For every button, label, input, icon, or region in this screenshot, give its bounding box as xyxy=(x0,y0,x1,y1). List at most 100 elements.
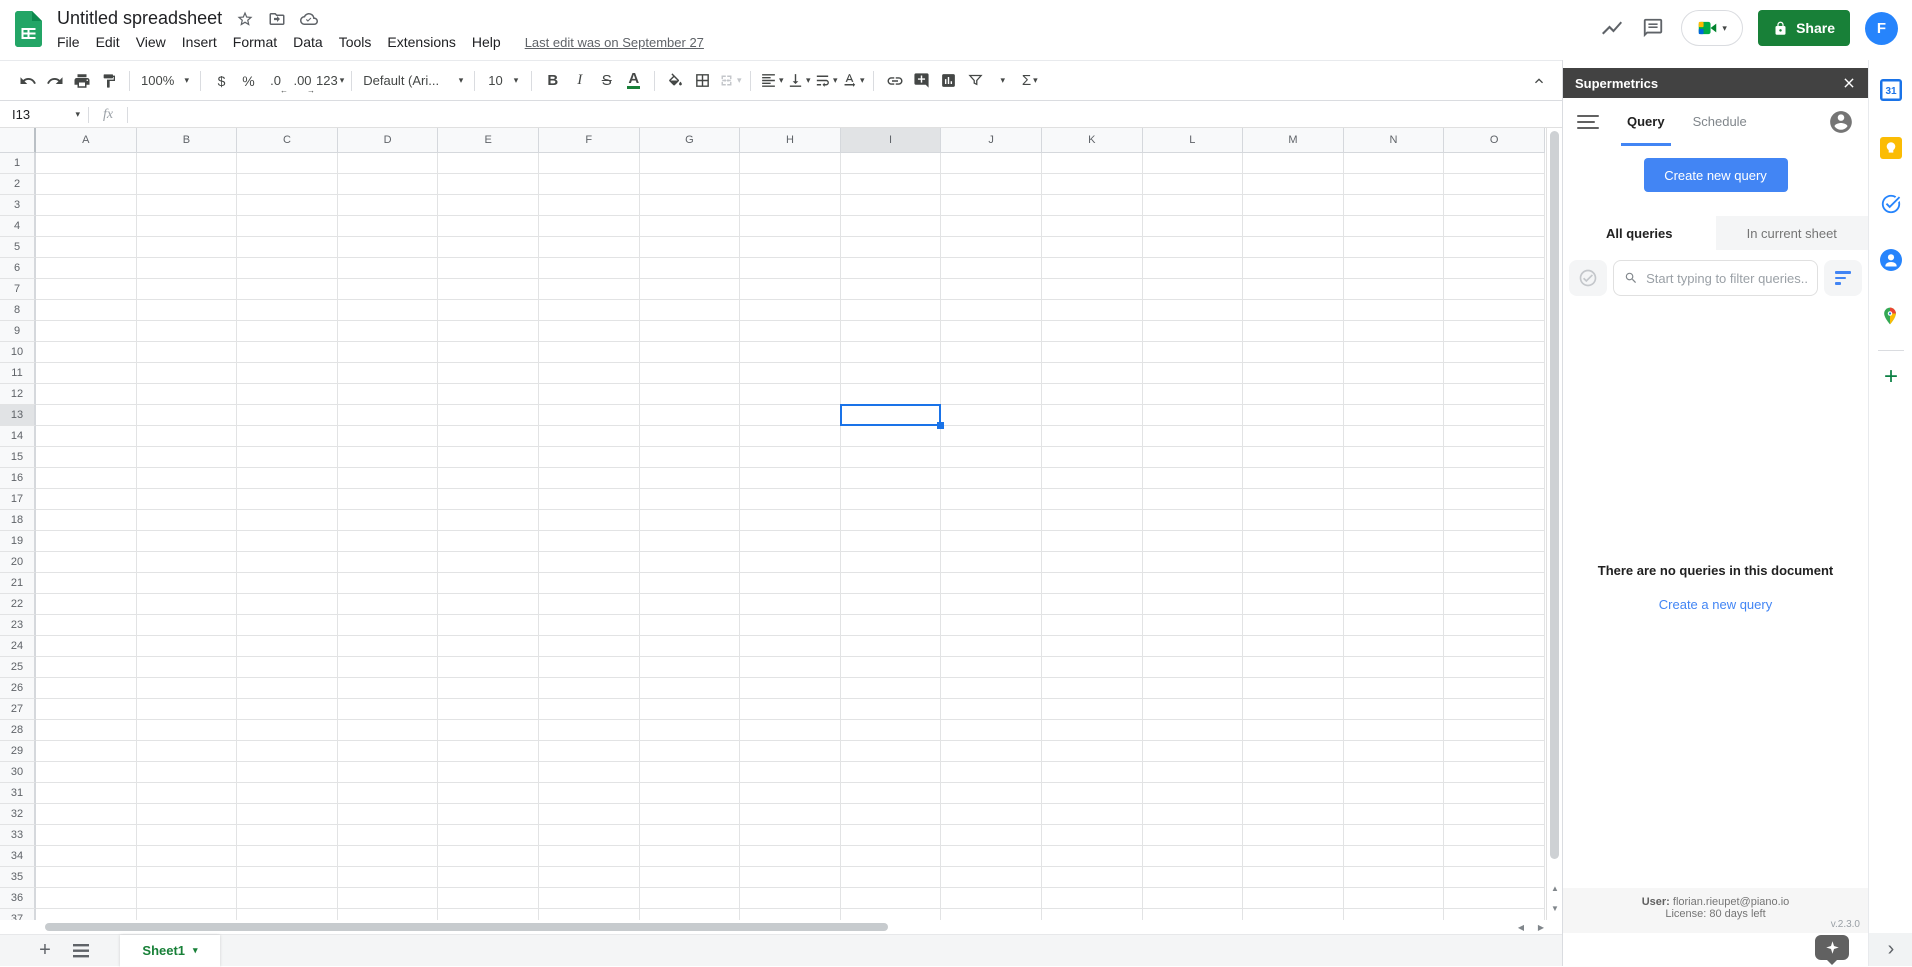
cell-I8[interactable] xyxy=(841,300,942,321)
cell-O2[interactable] xyxy=(1444,174,1545,195)
cell-A9[interactable] xyxy=(36,321,137,342)
cell-C7[interactable] xyxy=(237,279,338,300)
cell-C17[interactable] xyxy=(237,489,338,510)
cell-D33[interactable] xyxy=(338,825,439,846)
cell-O34[interactable] xyxy=(1444,846,1545,867)
cell-O14[interactable] xyxy=(1444,426,1545,447)
tab-in-current-sheet[interactable]: In current sheet xyxy=(1716,216,1869,250)
cell-E36[interactable] xyxy=(438,888,539,909)
fill-color-button[interactable] xyxy=(662,67,689,94)
cell-I1[interactable] xyxy=(841,153,942,174)
cell-I24[interactable] xyxy=(841,636,942,657)
cell-C31[interactable] xyxy=(237,783,338,804)
row-header-4[interactable]: 4 xyxy=(0,216,36,237)
cell-D3[interactable] xyxy=(338,195,439,216)
cell-J20[interactable] xyxy=(941,552,1042,573)
cell-K26[interactable] xyxy=(1042,678,1143,699)
get-add-ons-button[interactable]: + xyxy=(1869,364,1912,390)
cell-E24[interactable] xyxy=(438,636,539,657)
cell-J1[interactable] xyxy=(941,153,1042,174)
cell-D21[interactable] xyxy=(338,573,439,594)
cell-E27[interactable] xyxy=(438,699,539,720)
cell-A35[interactable] xyxy=(36,867,137,888)
cell-L32[interactable] xyxy=(1143,804,1244,825)
cell-A15[interactable] xyxy=(36,447,137,468)
cell-E4[interactable] xyxy=(438,216,539,237)
cell-C30[interactable] xyxy=(237,762,338,783)
scroll-down-button[interactable]: ▼ xyxy=(1548,900,1562,916)
cell-N16[interactable] xyxy=(1344,468,1445,489)
row-header-3[interactable]: 3 xyxy=(0,195,36,216)
cell-K30[interactable] xyxy=(1042,762,1143,783)
cell-E33[interactable] xyxy=(438,825,539,846)
cell-I4[interactable] xyxy=(841,216,942,237)
cell-E13[interactable] xyxy=(438,405,539,426)
add-sheet-button[interactable]: + xyxy=(30,936,60,966)
cell-J37[interactable] xyxy=(941,909,1042,920)
cell-I20[interactable] xyxy=(841,552,942,573)
cell-D1[interactable] xyxy=(338,153,439,174)
cell-L30[interactable] xyxy=(1143,762,1244,783)
row-header-6[interactable]: 6 xyxy=(0,258,36,279)
cell-L6[interactable] xyxy=(1143,258,1244,279)
cell-L35[interactable] xyxy=(1143,867,1244,888)
format-percent-button[interactable]: % xyxy=(235,67,262,94)
cell-F9[interactable] xyxy=(539,321,640,342)
cell-N31[interactable] xyxy=(1344,783,1445,804)
cell-E29[interactable] xyxy=(438,741,539,762)
cell-L18[interactable] xyxy=(1143,510,1244,531)
cell-I16[interactable] xyxy=(841,468,942,489)
cell-N13[interactable] xyxy=(1344,405,1445,426)
cell-I7[interactable] xyxy=(841,279,942,300)
cell-G31[interactable] xyxy=(640,783,741,804)
cell-G17[interactable] xyxy=(640,489,741,510)
cell-M14[interactable] xyxy=(1243,426,1344,447)
cell-O12[interactable] xyxy=(1444,384,1545,405)
cell-L27[interactable] xyxy=(1143,699,1244,720)
tab-query[interactable]: Query xyxy=(1627,98,1665,146)
cell-O7[interactable] xyxy=(1444,279,1545,300)
cell-G33[interactable] xyxy=(640,825,741,846)
cell-G21[interactable] xyxy=(640,573,741,594)
cell-J7[interactable] xyxy=(941,279,1042,300)
row-header-31[interactable]: 31 xyxy=(0,783,36,804)
cell-D16[interactable] xyxy=(338,468,439,489)
cell-E10[interactable] xyxy=(438,342,539,363)
cell-A28[interactable] xyxy=(36,720,137,741)
cell-H35[interactable] xyxy=(740,867,841,888)
cell-C13[interactable] xyxy=(237,405,338,426)
cell-J33[interactable] xyxy=(941,825,1042,846)
tasks-icon[interactable] xyxy=(1880,193,1902,215)
cell-B28[interactable] xyxy=(137,720,238,741)
cell-A3[interactable] xyxy=(36,195,137,216)
cell-H19[interactable] xyxy=(740,531,841,552)
cell-C16[interactable] xyxy=(237,468,338,489)
cell-E7[interactable] xyxy=(438,279,539,300)
cell-E14[interactable] xyxy=(438,426,539,447)
cell-F21[interactable] xyxy=(539,573,640,594)
cell-C25[interactable] xyxy=(237,657,338,678)
cell-H23[interactable] xyxy=(740,615,841,636)
cell-C11[interactable] xyxy=(237,363,338,384)
cell-H6[interactable] xyxy=(740,258,841,279)
undo-button[interactable] xyxy=(14,67,41,94)
cell-F18[interactable] xyxy=(539,510,640,531)
cell-G5[interactable] xyxy=(640,237,741,258)
cell-F37[interactable] xyxy=(539,909,640,920)
cell-A36[interactable] xyxy=(36,888,137,909)
cell-N3[interactable] xyxy=(1344,195,1445,216)
cell-N34[interactable] xyxy=(1344,846,1445,867)
cell-O9[interactable] xyxy=(1444,321,1545,342)
cell-C14[interactable] xyxy=(237,426,338,447)
cell-A7[interactable] xyxy=(36,279,137,300)
cell-L28[interactable] xyxy=(1143,720,1244,741)
cell-H31[interactable] xyxy=(740,783,841,804)
cell-J15[interactable] xyxy=(941,447,1042,468)
cell-N4[interactable] xyxy=(1344,216,1445,237)
cell-A8[interactable] xyxy=(36,300,137,321)
cell-D27[interactable] xyxy=(338,699,439,720)
cell-L8[interactable] xyxy=(1143,300,1244,321)
cell-M19[interactable] xyxy=(1243,531,1344,552)
cell-K31[interactable] xyxy=(1042,783,1143,804)
cell-C2[interactable] xyxy=(237,174,338,195)
